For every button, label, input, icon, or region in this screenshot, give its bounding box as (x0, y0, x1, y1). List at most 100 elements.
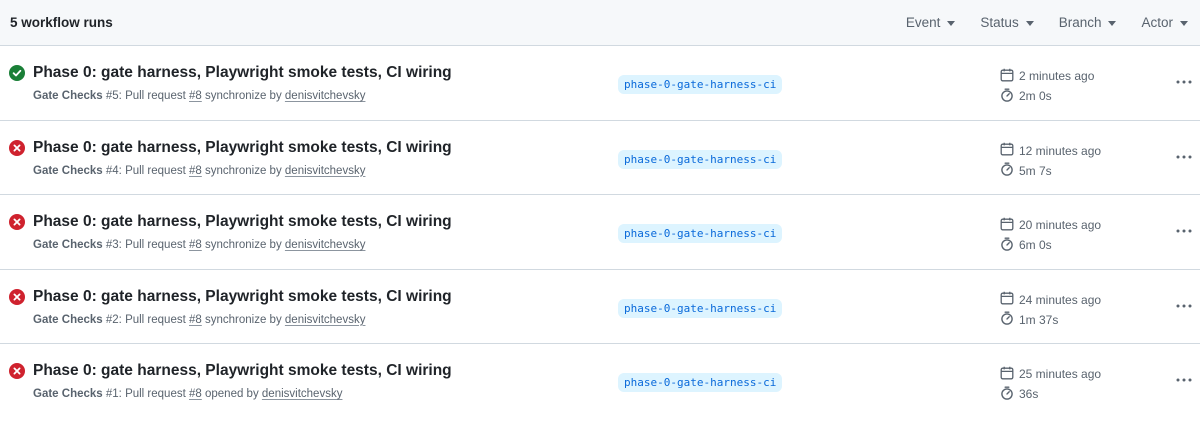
duration: 1m 37s (1000, 310, 1101, 330)
kebab-menu-icon[interactable] (1172, 147, 1196, 167)
filter-event[interactable]: Event (906, 15, 956, 30)
filter-status[interactable]: Status (980, 15, 1034, 30)
run-number: #4: Pull request (102, 164, 189, 177)
check-circle-icon (9, 65, 25, 81)
run-number: #1: Pull request (102, 388, 189, 401)
filter-actor[interactable]: Actor (1141, 15, 1188, 30)
branch-label[interactable]: phase-0-gate-harness-ci (618, 149, 783, 169)
x-circle-icon (9, 139, 25, 156)
actor-link[interactable]: denisvitchevsky (285, 165, 366, 177)
run-times: 12 minutes ago 5m 7s (1000, 141, 1101, 181)
kebab-menu-icon[interactable] (1172, 72, 1196, 92)
kebab-menu-icon[interactable] (1172, 370, 1196, 390)
pull-request-link[interactable]: #8 (189, 314, 202, 326)
filter-event-label: Event (905, 15, 941, 30)
calendar-icon (1000, 142, 1019, 159)
filter-actor-label: Actor (1141, 15, 1173, 30)
calendar-icon (1000, 217, 1019, 234)
duration-text: 5m 7s (1019, 163, 1052, 178)
run-number: #5: Pull request (102, 90, 189, 102)
run-title-link[interactable]: Phase 0: gate harness, Playwright smoke … (33, 213, 452, 231)
filter-branch[interactable]: Branch (1059, 15, 1117, 30)
actor-link[interactable]: denisvitchevsky (285, 239, 366, 251)
started-time: 2 minutes ago (1000, 66, 1094, 86)
branch-label[interactable]: phase-0-gate-harness-ci (618, 75, 783, 94)
event-text: opened by (201, 388, 262, 401)
actor-link[interactable]: denisvitchevsky (262, 388, 343, 400)
stopwatch-icon (1000, 162, 1019, 179)
kebab-menu-icon[interactable] (1172, 296, 1196, 316)
run-times: 24 minutes ago 1m 37s (1000, 290, 1101, 330)
run-number: #2: Pull request (102, 313, 189, 326)
run-title-link[interactable]: Phase 0: gate harness, Playwright smoke … (33, 139, 452, 157)
x-circle-icon (9, 363, 25, 380)
filter-branch-label: Branch (1058, 15, 1102, 30)
stopwatch-icon (1000, 237, 1019, 254)
event-text: synchronize by (201, 239, 285, 252)
filter-status-label: Status (980, 15, 1019, 30)
stopwatch-icon (1000, 311, 1019, 328)
branch-label[interactable]: phase-0-gate-harness-ci (618, 224, 783, 244)
pull-request-link[interactable]: #8 (189, 165, 202, 177)
started-time: 24 minutes ago (1000, 290, 1101, 310)
workflow-name: Gate Checks (33, 164, 103, 177)
event-text: synchronize by (201, 313, 285, 326)
run-title-link[interactable]: Phase 0: gate harness, Playwright smoke … (33, 288, 452, 306)
started-text: 20 minutes ago (1019, 218, 1102, 233)
filter-bar: Event Status Branch Actor (881, 15, 1188, 30)
run-times: 2 minutes ago 2m 0s (1000, 66, 1094, 106)
run-title-link[interactable]: Phase 0: gate harness, Playwright smoke … (33, 362, 452, 380)
kebab-menu-icon[interactable] (1172, 221, 1196, 241)
x-circle-icon (9, 288, 25, 305)
duration-text: 6m 0s (1019, 238, 1052, 253)
started-time: 12 minutes ago (1000, 141, 1101, 161)
duration: 2m 0s (1000, 86, 1094, 106)
run-meta: Gate Checks #5: Pull request #8 synchron… (33, 90, 365, 102)
run-times: 25 minutes ago 36s (1000, 364, 1101, 404)
branch-label[interactable]: phase-0-gate-harness-ci (618, 373, 783, 393)
branch-label[interactable]: phase-0-gate-harness-ci (618, 298, 783, 318)
runs-header: 5 workflow runs Event Status Branch Acto… (0, 0, 1200, 46)
run-row[interactable]: Phase 0: gate harness, Playwright smoke … (0, 270, 1200, 345)
started-text: 25 minutes ago (1019, 367, 1102, 382)
stopwatch-icon (1000, 386, 1019, 403)
duration-text: 1m 37s (1019, 312, 1059, 327)
run-row[interactable]: Phase 0: gate harness, Playwright smoke … (0, 121, 1200, 196)
workflow-name: Gate Checks (33, 90, 103, 102)
run-row[interactable]: Phase 0: gate harness, Playwright smoke … (0, 46, 1200, 121)
run-meta: Gate Checks #1: Pull request #8 opened b… (33, 388, 342, 400)
caret-down-icon (947, 20, 956, 26)
workflow-name: Gate Checks (33, 313, 103, 326)
calendar-icon (1000, 366, 1019, 383)
pull-request-link[interactable]: #8 (189, 388, 202, 400)
runs-count: 5 workflow runs (10, 15, 113, 30)
duration: 5m 7s (1000, 161, 1101, 181)
actor-link[interactable]: denisvitchevsky (285, 90, 366, 102)
run-title-link[interactable]: Phase 0: gate harness, Playwright smoke … (33, 64, 452, 82)
started-time: 25 minutes ago (1000, 364, 1101, 384)
started-text: 24 minutes ago (1019, 292, 1102, 307)
started-time: 20 minutes ago (1000, 215, 1101, 235)
actor-link[interactable]: denisvitchevsky (285, 314, 366, 326)
caret-down-icon (1180, 20, 1188, 26)
run-meta: Gate Checks #4: Pull request #8 synchron… (33, 165, 365, 177)
run-row[interactable]: Phase 0: gate harness, Playwright smoke … (0, 195, 1200, 270)
caret-down-icon (1108, 20, 1117, 26)
duration: 36s (1000, 384, 1101, 404)
run-number: #3: Pull request (102, 239, 189, 252)
workflow-runs-list: 5 workflow runs Event Status Branch Acto… (0, 0, 1200, 425)
calendar-icon (1000, 291, 1019, 308)
started-text: 12 minutes ago (1019, 143, 1102, 158)
run-row[interactable]: Phase 0: gate harness, Playwright smoke … (0, 344, 1200, 419)
x-circle-icon (9, 214, 25, 231)
runs-rows: Phase 0: gate harness, Playwright smoke … (0, 46, 1200, 419)
pull-request-link[interactable]: #8 (189, 239, 202, 251)
started-text: 2 minutes ago (1019, 69, 1095, 83)
run-meta: Gate Checks #2: Pull request #8 synchron… (33, 314, 365, 326)
event-text: synchronize by (201, 90, 285, 102)
pull-request-link[interactable]: #8 (189, 90, 202, 102)
event-text: synchronize by (201, 164, 285, 177)
duration-text: 36s (1019, 387, 1039, 402)
run-times: 20 minutes ago 6m 0s (1000, 215, 1101, 255)
duration: 6m 0s (1000, 235, 1101, 255)
